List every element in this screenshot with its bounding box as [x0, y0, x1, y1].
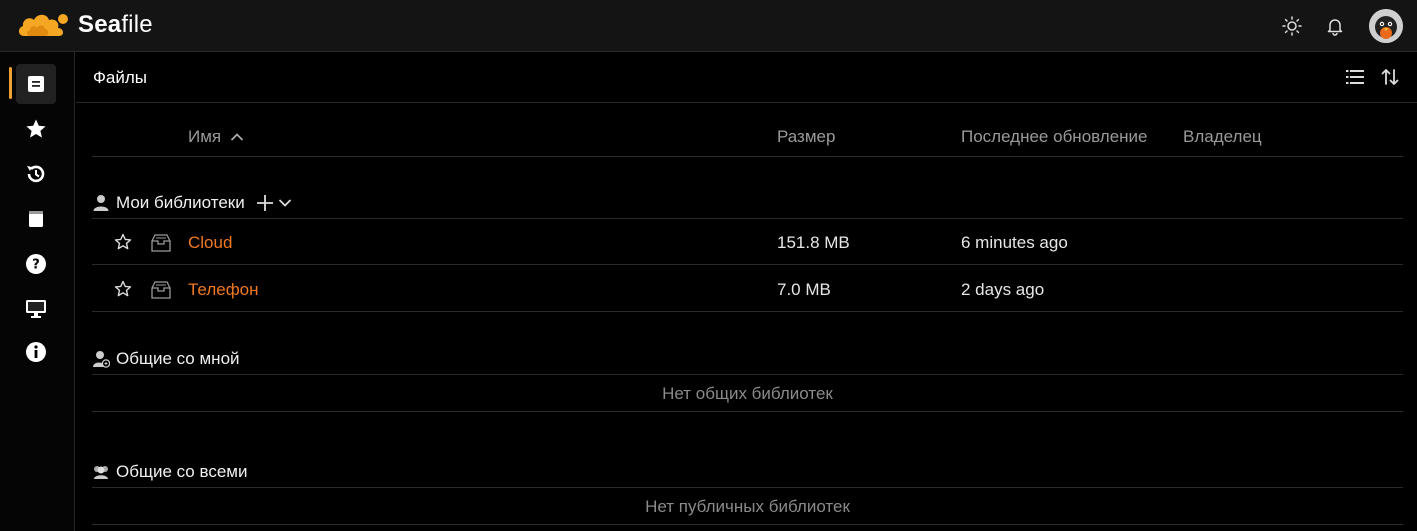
library-updated: 6 minutes ago	[961, 233, 1068, 252]
empty-shared-message: Нет общих библиотек	[92, 375, 1403, 412]
library-name[interactable]: Cloud	[188, 233, 232, 253]
page-title: Файлы	[93, 68, 148, 87]
section-shared-with-all: Общие со всеми	[92, 444, 1403, 488]
library-size: 7.0 MB	[777, 280, 831, 299]
list-view-icon[interactable]	[1344, 66, 1366, 88]
column-owner: Владелец	[1183, 127, 1262, 146]
sort-icon[interactable]	[1379, 66, 1401, 88]
section-my-libraries: Мои библиотеки	[92, 175, 1403, 219]
logo-text: Seafile	[78, 11, 153, 38]
cloud-logo-icon	[18, 14, 68, 36]
chevron-up-icon	[230, 133, 243, 141]
group-icon	[94, 465, 108, 479]
history-icon	[27, 165, 45, 183]
table-row[interactable]: Телефон 7.0 MB 2 days ago	[92, 266, 1403, 312]
plus-icon[interactable]	[255, 193, 275, 213]
library-icon	[151, 234, 171, 252]
section-shared-with-me: Общие со мной	[92, 331, 1403, 375]
star-outline-icon[interactable]	[114, 280, 132, 298]
svg-text:?: ?	[32, 258, 40, 273]
bell-icon[interactable]	[1325, 16, 1345, 36]
monitor-icon	[26, 300, 46, 318]
help-icon: ?	[26, 254, 46, 274]
star-outline-icon[interactable]	[114, 233, 132, 251]
top-bar: Seafile	[0, 0, 1417, 52]
nav-files[interactable]	[16, 64, 56, 104]
active-indicator	[9, 67, 12, 99]
section-label: Мои библиотеки	[116, 192, 245, 212]
column-name[interactable]: Имя	[188, 127, 244, 147]
section-label: Общие со мной	[116, 348, 240, 368]
nav-help[interactable]: ?	[16, 244, 56, 284]
chevron-down-icon[interactable]	[277, 195, 293, 211]
book-icon	[29, 211, 43, 227]
library-name[interactable]: Телефон	[188, 280, 259, 300]
section-label: Общие со всеми	[116, 461, 248, 481]
column-updated[interactable]: Последнее обновление	[961, 127, 1148, 147]
shared-user-icon	[93, 350, 110, 368]
column-size[interactable]: Размер	[777, 127, 835, 147]
nav-starred[interactable]	[16, 109, 56, 149]
path-bar: Файлы	[76, 52, 1417, 103]
side-nav: ?	[0, 52, 75, 531]
star-icon	[26, 119, 46, 138]
avatar[interactable]	[1369, 9, 1403, 43]
table-header: Имя Размер Последнее обновление Владелец	[92, 103, 1403, 157]
nav-about[interactable]	[16, 332, 56, 372]
nav-clients[interactable]	[16, 288, 56, 328]
library-size: 151.8 MB	[777, 233, 850, 252]
library-icon	[151, 281, 171, 299]
sun-icon[interactable]	[1282, 16, 1302, 36]
table-row[interactable]: Cloud 151.8 MB 6 minutes ago	[92, 219, 1403, 265]
avatar-image	[1369, 9, 1403, 43]
nav-activities[interactable]	[16, 154, 56, 194]
seafile-logo[interactable]: Seafile	[16, 8, 153, 42]
document-icon	[28, 76, 44, 92]
main-content: Файлы Имя Размер Последнее обновление Вл…	[76, 52, 1417, 531]
library-updated: 2 days ago	[961, 280, 1045, 299]
empty-public-message: Нет публичных библиотек	[92, 488, 1403, 525]
info-icon	[26, 342, 46, 362]
nav-wikis[interactable]	[16, 199, 56, 239]
user-icon	[93, 194, 109, 211]
